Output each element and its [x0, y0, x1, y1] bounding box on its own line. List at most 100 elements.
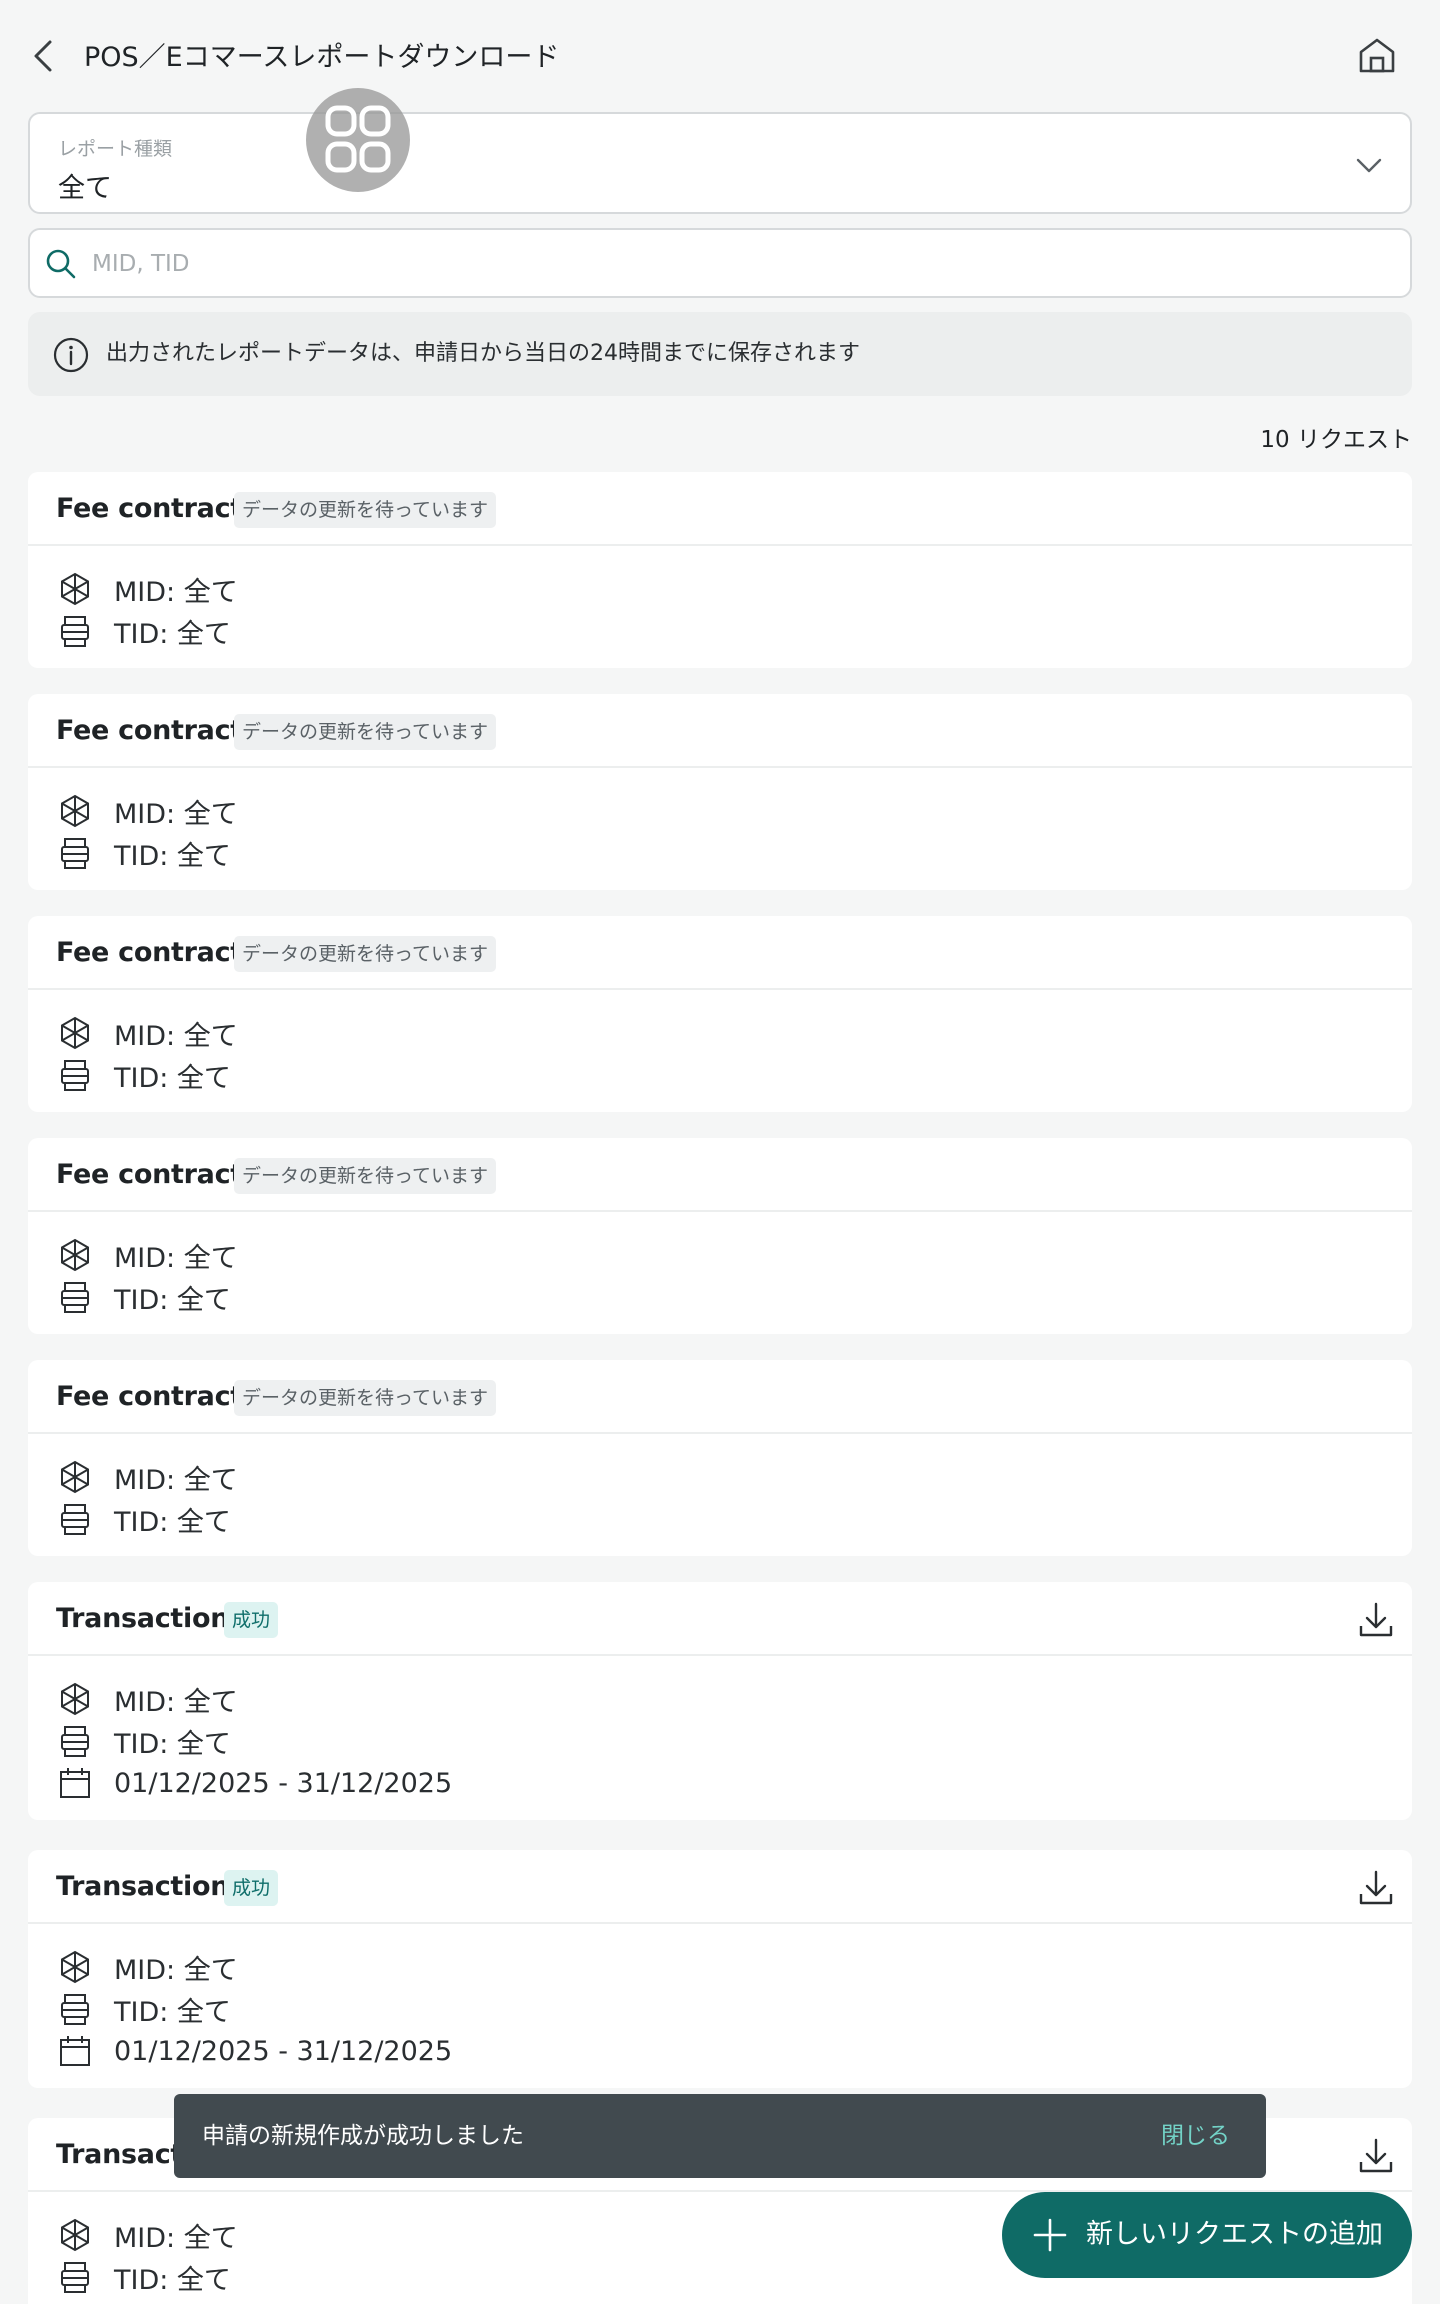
store-icon — [61, 1460, 89, 1494]
mid-row: MID: 全て — [58, 570, 238, 608]
status-badge: データの更新を待っています — [234, 936, 497, 972]
info-banner: 出力されたレポートデータは、申請日から当日の24時間までに保存されます — [28, 312, 1412, 396]
mid-row: MID: 全て — [58, 2216, 238, 2254]
home-icon — [1359, 38, 1395, 73]
report-title: Fee contract — [56, 715, 243, 746]
info-text: 出力されたレポートデータは、申請日から当日の24時間までに保存されます — [106, 341, 860, 366]
toast-snackbar: 申請の新規作成が成功しました 閉じる — [174, 2094, 1266, 2178]
tid-row-text: TID: 全て — [114, 1284, 231, 1316]
store-icon — [61, 1016, 89, 1050]
add-request-label: 新しいリクエストの追加 — [1086, 2219, 1383, 2250]
mid-row: MID: 全て — [58, 1458, 238, 1496]
report-request-card: Fee contract データの更新を待っています MID: 全て TID: 全て — [28, 1138, 1412, 1334]
tid-row-text: TID: 全て — [114, 840, 231, 872]
card-header: Fee contract データの更新を待っています — [28, 1360, 1412, 1434]
download-button[interactable] — [1356, 2136, 1396, 2176]
download-button[interactable] — [1356, 1868, 1396, 1908]
tid-row: TID: 全て — [58, 1990, 231, 2028]
calendar-icon — [60, 2036, 90, 2066]
toast-close-button[interactable]: 閉じる — [1161, 2118, 1230, 2154]
store-icon — [61, 1950, 89, 1984]
report-type-select[interactable]: レポート種類 全て — [28, 112, 1412, 214]
tid-row: TID: 全て — [58, 1056, 231, 1094]
tid-row: TID: 全て — [58, 1278, 231, 1316]
mid-row: MID: 全て — [58, 792, 238, 830]
report-title: Fee contract — [56, 493, 243, 524]
toast-message: 申請の新規作成が成功しました — [202, 2123, 524, 2149]
download-icon — [1359, 1602, 1393, 1637]
status-badge: データの更新を待っています — [234, 714, 497, 750]
tid-row-text: TID: 全て — [114, 1506, 231, 1538]
date-range-row-text: 01/12/2025 - 31/12/2025 — [114, 1767, 453, 1799]
report-type-label: レポート種類 — [58, 138, 173, 160]
status-badge: 成功 — [224, 1870, 279, 1906]
search-box — [28, 228, 1412, 298]
tid-row: TID: 全て — [58, 612, 231, 650]
terminal-icon — [61, 1504, 89, 1535]
mid-row-text: MID: 全て — [114, 1954, 238, 1986]
card-header: Fee contract データの更新を待っています — [28, 694, 1412, 768]
terminal-icon — [61, 838, 89, 869]
report-request-card: Fee contract データの更新を待っています MID: 全て TID: 全て — [28, 694, 1412, 890]
terminal-icon — [61, 1994, 89, 2025]
mid-row: MID: 全て — [58, 1948, 238, 1986]
terminal-icon — [61, 616, 89, 647]
tid-row-text: TID: 全て — [114, 1728, 231, 1760]
report-title: Fee contract — [56, 1159, 243, 1190]
tid-row-text: TID: 全て — [114, 1996, 231, 2028]
card-header: Transaction 成功 — [28, 1850, 1412, 1924]
back-button[interactable] — [26, 36, 62, 76]
terminal-icon — [61, 1282, 89, 1313]
page-title: POS／Eコマースレポートダウンロード — [84, 42, 560, 73]
tid-row: TID: 全て — [58, 834, 231, 872]
report-title: Fee contract — [56, 937, 243, 968]
report-type-value: 全て — [58, 173, 112, 204]
report-title: Transacti — [56, 2139, 192, 2170]
store-icon — [61, 1238, 89, 1272]
app-header: POS／Eコマースレポートダウンロード — [0, 0, 1440, 112]
calendar-icon — [60, 1768, 90, 1798]
mid-row: MID: 全て — [58, 1236, 238, 1274]
plus-icon — [1033, 2218, 1067, 2252]
search-icon — [46, 249, 76, 279]
tid-row-text: TID: 全て — [114, 618, 231, 650]
date-range-row: 01/12/2025 - 31/12/2025 — [58, 2032, 452, 2070]
report-request-card: Fee contract データの更新を待っています MID: 全て TID: 全て — [28, 916, 1412, 1112]
report-title: Transaction — [56, 1871, 230, 1902]
tid-row-text: TID: 全て — [114, 2264, 231, 2296]
mid-row-text: MID: 全て — [114, 1686, 238, 1718]
report-title: Transaction — [56, 1603, 230, 1634]
download-icon — [1359, 2138, 1393, 2173]
chevron-left-icon — [34, 40, 52, 72]
report-request-card: Fee contract データの更新を待っています MID: 全て TID: 全て — [28, 1360, 1412, 1556]
download-button[interactable] — [1356, 1600, 1396, 1640]
add-request-button[interactable]: 新しいリクエストの追加 — [1002, 2192, 1412, 2278]
store-icon — [61, 1682, 89, 1716]
download-icon — [1359, 1870, 1393, 1905]
status-badge: 成功 — [224, 1602, 279, 1638]
report-request-card: Transaction 成功 MID: 全て TID: 全て 01/12/2025 - … — [28, 1582, 1412, 1820]
chevron-down-icon — [1356, 158, 1382, 173]
request-count: 10 リクエスト — [1260, 427, 1412, 453]
report-request-card: Fee contract データの更新を待っています MID: 全て TID: 全て — [28, 472, 1412, 668]
info-icon — [53, 337, 89, 373]
card-header: Fee contract データの更新を待っています — [28, 1138, 1412, 1212]
search-input[interactable] — [92, 242, 1372, 286]
floating-assistive-button[interactable] — [306, 88, 410, 192]
mid-row: MID: 全て — [58, 1014, 238, 1052]
status-badge: データの更新を待っています — [234, 492, 497, 528]
date-range-row: 01/12/2025 - 31/12/2025 — [58, 1764, 452, 1802]
mid-row-text: MID: 全て — [114, 798, 238, 830]
mid-row-text: MID: 全て — [114, 1020, 238, 1052]
terminal-icon — [61, 2262, 89, 2293]
mid-row-text: MID: 全て — [114, 1242, 238, 1274]
mid-row-text: MID: 全て — [114, 576, 238, 608]
tid-row-text: TID: 全て — [114, 1062, 231, 1094]
card-header: Transaction 成功 — [28, 1582, 1412, 1656]
home-button[interactable] — [1356, 34, 1398, 76]
terminal-icon — [61, 1060, 89, 1091]
terminal-icon — [61, 1726, 89, 1757]
tid-row: TID: 全て — [58, 1500, 231, 1538]
mid-row: MID: 全て — [58, 1680, 238, 1718]
grid-icon — [325, 105, 391, 173]
